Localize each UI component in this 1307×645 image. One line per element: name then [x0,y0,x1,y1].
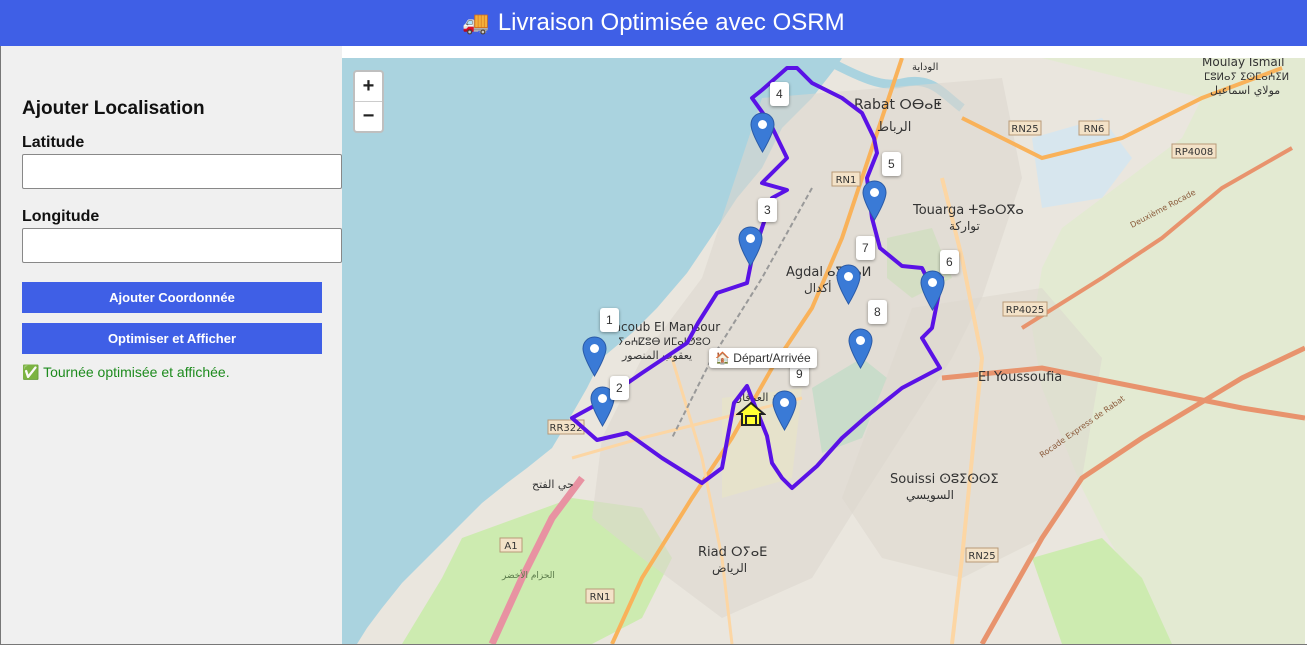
label-rabat-ar: الرباط [877,120,911,135]
shield-a1: A1 [504,541,517,552]
zoom-control: + − [353,70,384,133]
shield-rn1-b: RN1 [590,592,611,603]
stop-label: 7 [856,236,875,260]
label-riad-ar: الرياض [712,561,747,576]
depot-tooltip: 🏠 Départ/Arrivée [709,348,817,368]
label-yacoub-tif: ⵢⴰⵄⵇⵓⴱ ⵍⵎⴰⵏⵚⵓⵔ [618,337,711,348]
app-header: 🚚 Livraison Optimisée avec OSRM [0,0,1307,46]
stop-label: 8 [868,300,887,324]
status-message: ✅ Tournée optimisée et affichée. [22,364,230,380]
shield-rn6: RN6 [1084,124,1105,135]
label-souissi-ar: السويسي [906,488,954,503]
map-pin-icon [848,328,873,369]
map-pin-icon [836,264,861,305]
stop-marker-4[interactable] [750,112,775,153]
map-pin-icon [738,226,763,267]
shield-rn25-a: RN25 [1011,124,1038,135]
stop-marker-1[interactable] [582,336,607,377]
map-pin-icon [582,336,607,377]
label-fath-ar: حي الفتح [532,478,574,491]
map-canvas[interactable]: RN25 RN6 RP4008 RN1 RP4025 RR322 A1 RN1 … [342,58,1305,644]
zoom-out-button[interactable]: − [355,101,382,130]
map-view[interactable]: RN25 RN6 RP4008 RN1 RP4025 RR322 A1 RN1 … [342,58,1305,644]
stop-marker-9[interactable] [772,390,797,431]
label-moulay-tif: ⵎⵓⵍⴰⵢ ⵉⵙⵎⴰⵄⵉⵍ [1204,72,1289,83]
shield-rn25-b: RN25 [968,551,995,562]
stop-marker-7[interactable] [836,264,861,305]
app-title: Livraison Optimisée avec OSRM [497,9,845,36]
label-moulay-ar: مولاي اسماعيل [1210,84,1280,97]
depot-marker[interactable] [735,401,767,427]
latitude-label: Latitude [22,134,85,151]
shield-rp4008: RP4008 [1175,147,1213,158]
map-pin-icon [772,390,797,431]
stop-marker-8[interactable] [848,328,873,369]
label-touarga: Touarga ⵜⵓⴰⵔⴳⴰ [912,203,1024,218]
map-pin-icon [750,112,775,153]
label-yacoub-ar: يعقوب المنصور [621,349,692,362]
map-top-strip [342,46,1307,58]
label-touarga-ar: تواركة [949,219,980,234]
stop-label: 2 [610,376,629,400]
truck-icon: 🚚 [462,10,490,35]
longitude-input[interactable] [22,228,342,263]
label-moulay: Moulay Ismail [1202,58,1284,69]
stop-label: 3 [758,198,777,222]
label-agdal-ar: أكدال [804,280,831,295]
shield-rp4025: RP4025 [1006,305,1044,316]
stop-marker-3[interactable] [738,226,763,267]
stop-marker-5[interactable] [862,180,887,221]
map-pin-icon [862,180,887,221]
shield-rn1-a: RN1 [836,175,857,186]
stop-label: 4 [770,82,789,106]
home-icon [735,401,767,426]
stop-label: 6 [940,250,959,274]
label-youssoufia: El Youssoufia [978,370,1062,385]
label-souissi: Souissi ⵙⵓⵉⵙⵙⵉ [890,472,999,487]
latitude-input[interactable] [22,154,342,189]
label-yacoub: Yacoub El Mansour [607,320,720,334]
stop-label: 1 [600,308,619,332]
label-rabat: Rabat ⵔⴱⴰⵟ [854,97,942,113]
zoom-in-button[interactable]: + [355,72,382,101]
stop-label: 5 [882,152,901,176]
label-zaer-ar: الحزام الأخضر [501,569,555,581]
sidebar-panel: Ajouter Localisation Latitude Longitude … [0,46,342,645]
map-pin-icon [920,270,945,311]
label-oudaya-ar: الوداية [912,62,938,73]
optimize-display-button[interactable]: Optimiser et Afficher [22,323,322,354]
longitude-label: Longitude [22,208,100,225]
label-riad: Riad ⵔⵢⴰⴹ [698,545,767,560]
sidebar-heading: Ajouter Localisation [22,98,205,119]
add-coordinate-button[interactable]: Ajouter Coordonnée [22,282,322,313]
stop-marker-6[interactable] [920,270,945,311]
